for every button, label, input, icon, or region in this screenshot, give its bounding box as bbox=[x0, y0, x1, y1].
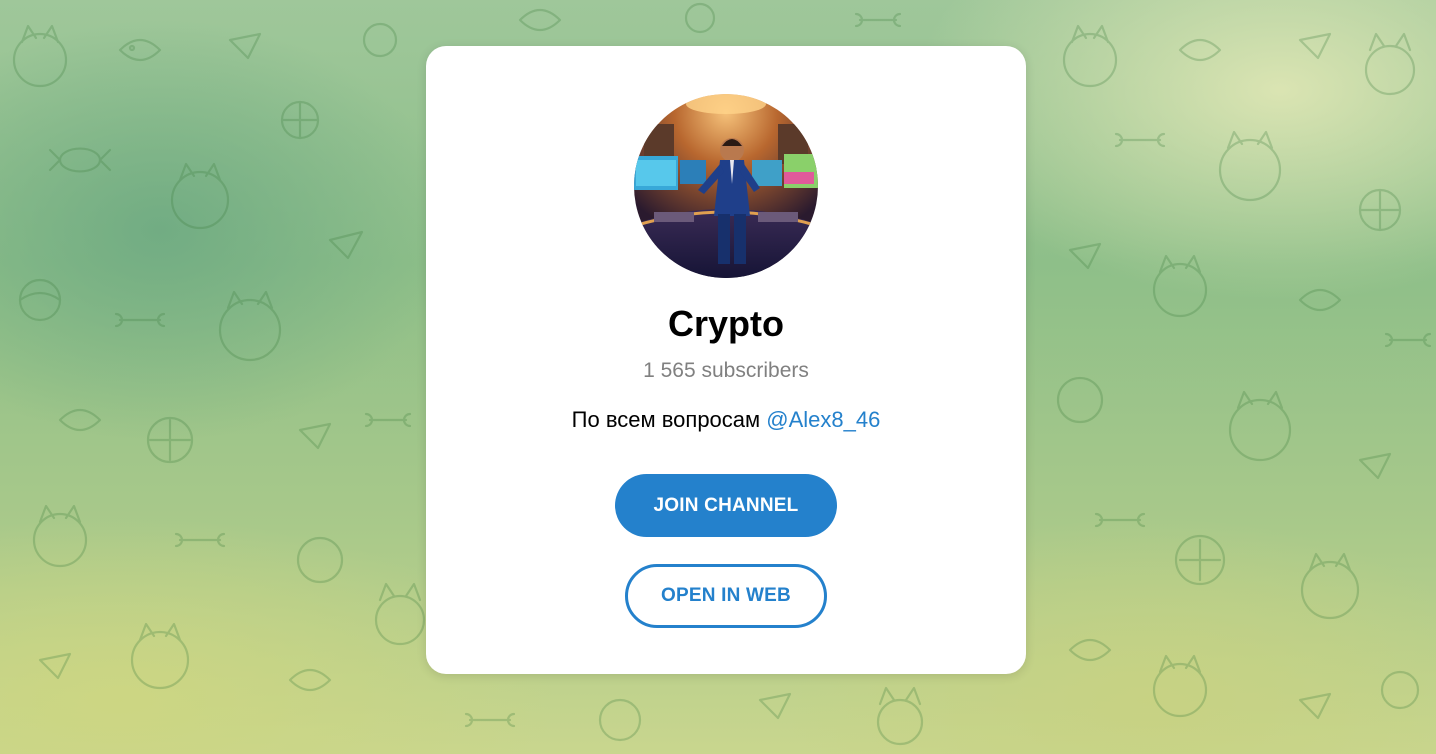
channel-card: Crypto 1 565 subscribers По всем вопроса… bbox=[426, 46, 1026, 674]
channel-avatar-image bbox=[634, 94, 818, 278]
description-text: По всем вопросам bbox=[571, 407, 767, 432]
subscriber-count: 1 565 subscribers bbox=[643, 359, 809, 382]
channel-description: По всем вопросам @Alex8_46 bbox=[426, 406, 1026, 434]
open-in-web-button[interactable]: OPEN IN WEB bbox=[625, 564, 827, 628]
channel-avatar bbox=[634, 94, 818, 278]
channel-title: Crypto bbox=[668, 303, 784, 344]
join-channel-button[interactable]: JOIN CHANNEL bbox=[615, 474, 837, 537]
contact-link[interactable]: @Alex8_46 bbox=[766, 407, 880, 432]
